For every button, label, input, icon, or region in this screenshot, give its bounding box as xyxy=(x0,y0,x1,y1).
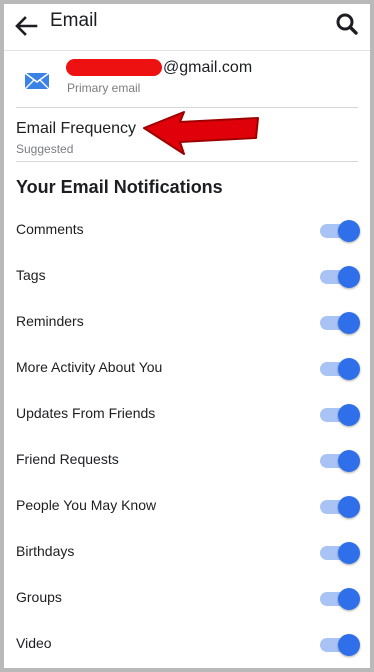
comments-toggle[interactable] xyxy=(320,218,360,244)
page-title: Email xyxy=(50,10,98,31)
email-address: @gmail.com xyxy=(163,59,253,76)
birthdays-toggle[interactable] xyxy=(320,540,360,566)
notification-label: Comments xyxy=(16,221,84,237)
notification-label: People You May Know xyxy=(16,497,157,513)
notification-label: Video xyxy=(16,635,52,651)
friend-requests-toggle[interactable] xyxy=(320,448,360,474)
tags-toggle[interactable] xyxy=(320,264,360,290)
notification-label: Groups xyxy=(16,589,62,605)
notification-row-friend-requests[interactable]: Friend Requests xyxy=(4,438,370,484)
video-toggle[interactable] xyxy=(320,632,360,658)
mail-icon xyxy=(24,72,50,90)
notification-row-video[interactable]: Video xyxy=(4,622,370,668)
more-activity-toggle[interactable] xyxy=(320,356,360,382)
people-you-may-know-toggle[interactable] xyxy=(320,494,360,520)
divider xyxy=(16,161,358,162)
search-icon xyxy=(336,13,358,35)
email-frequency-label: Email Frequency xyxy=(16,120,137,137)
updates-from-friends-toggle[interactable] xyxy=(320,402,360,428)
back-button[interactable] xyxy=(12,12,40,40)
notification-label: Friend Requests xyxy=(16,451,119,467)
app-header: Email xyxy=(4,4,370,51)
notification-row-groups[interactable]: Groups xyxy=(4,576,370,622)
notification-label: More Activity About You xyxy=(16,359,163,375)
primary-email-row[interactable]: @gmail.com Primary email xyxy=(4,51,370,111)
email-settings-screen: Email @gmail.com Primary email Email Fre… xyxy=(4,4,370,668)
notification-row-updates-from-friends[interactable]: Updates From Friends xyxy=(4,392,370,438)
notification-row-birthdays[interactable]: Birthdays xyxy=(4,530,370,576)
notification-row-tags[interactable]: Tags xyxy=(4,254,370,300)
notification-row-people-you-may-know[interactable]: People You May Know xyxy=(4,484,370,530)
notification-label: Reminders xyxy=(16,313,84,329)
notification-list: Comments Tags Reminders More Activity Ab… xyxy=(4,208,370,668)
back-arrow-icon xyxy=(15,16,38,36)
email-redaction xyxy=(66,59,162,76)
notification-row-comments[interactable]: Comments xyxy=(4,208,370,254)
notification-label: Birthdays xyxy=(16,543,75,559)
reminders-toggle[interactable] xyxy=(320,310,360,336)
notification-label: Updates From Friends xyxy=(16,405,156,421)
notification-row-more-activity[interactable]: More Activity About You xyxy=(4,346,370,392)
email-subtitle: Primary email xyxy=(67,81,141,95)
section-title: Your Email Notifications xyxy=(16,177,223,197)
search-button[interactable] xyxy=(334,11,360,37)
annotation-arrow-icon xyxy=(143,111,259,155)
notification-row-reminders[interactable]: Reminders xyxy=(4,300,370,346)
notification-label: Tags xyxy=(16,267,46,283)
email-frequency-value: Suggested xyxy=(16,142,74,156)
groups-toggle[interactable] xyxy=(320,586,360,612)
